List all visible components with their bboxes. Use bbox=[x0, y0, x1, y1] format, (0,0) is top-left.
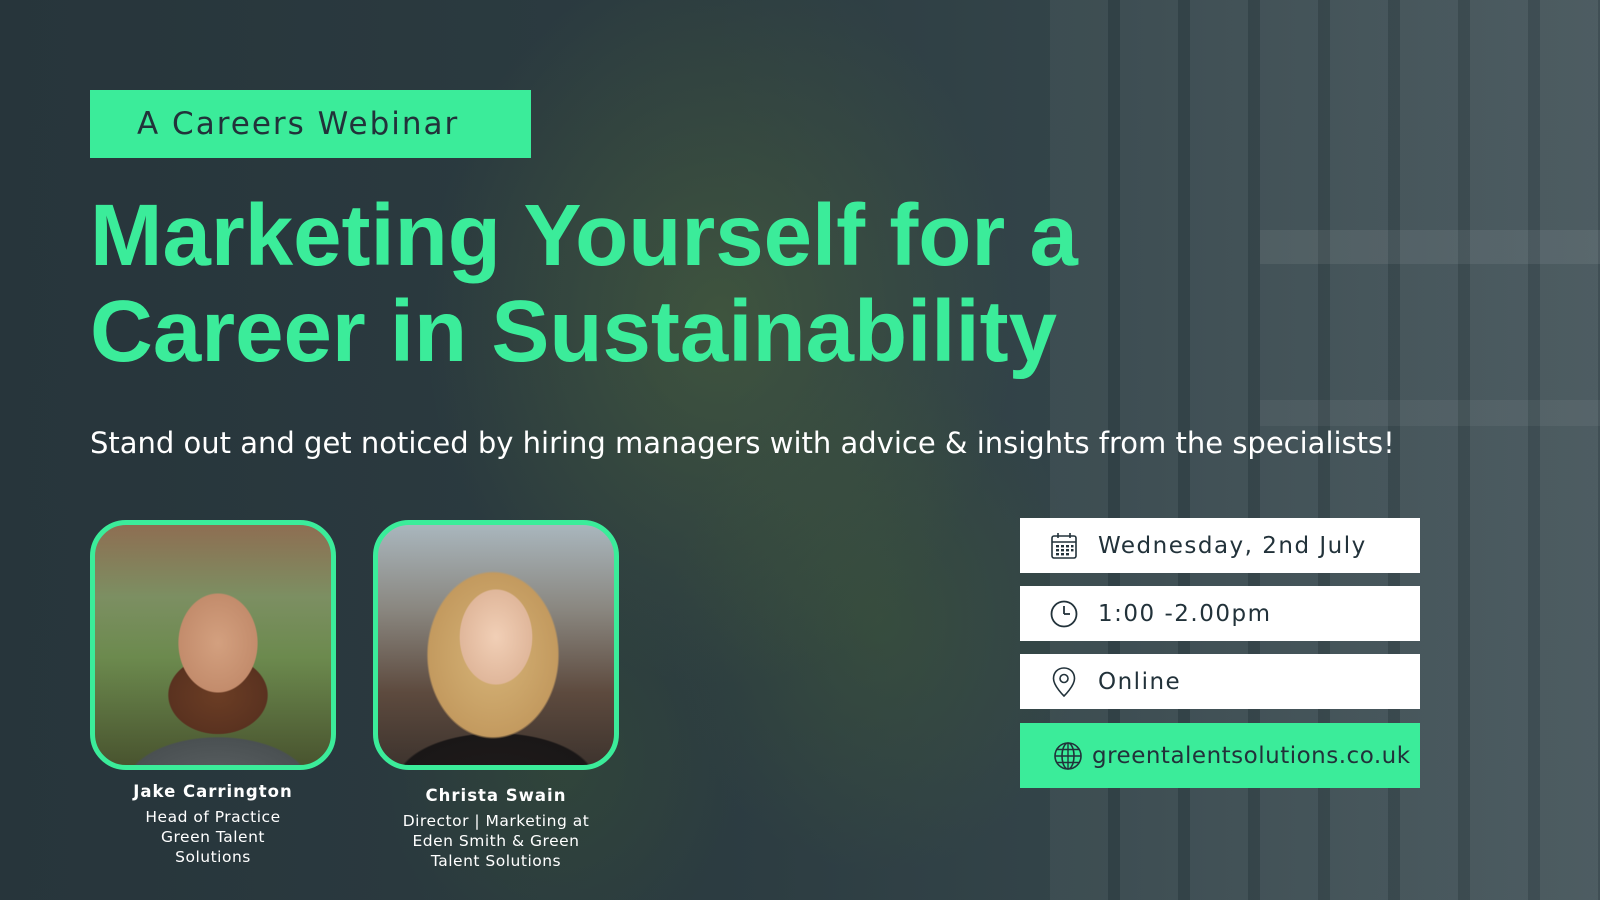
speaker-role-line: Talent Solutions bbox=[430, 852, 562, 870]
page-title: Marketing Yourself for a Career in Susta… bbox=[90, 188, 1390, 380]
title-line-1: Marketing Yourself for a bbox=[90, 187, 1078, 284]
event-location-text: Online bbox=[1098, 668, 1182, 695]
speaker-card-christa-swain: Christa Swain Director | Marketing at Ed… bbox=[366, 786, 626, 871]
speaker-name: Christa Swain bbox=[425, 786, 567, 805]
speaker-role-line: Solutions bbox=[175, 848, 251, 866]
clock-icon bbox=[1048, 598, 1080, 630]
calendar-icon bbox=[1048, 530, 1080, 562]
subtitle: Stand out and get noticed by hiring mana… bbox=[90, 426, 1395, 460]
speaker-role: Head of Practice Green Talent Solutions bbox=[83, 807, 343, 867]
speaker-name: Jake Carrington bbox=[133, 782, 293, 801]
speaker-role-line: Eden Smith & Green bbox=[412, 832, 580, 850]
website-link[interactable]: greentalentsolutions.co.uk bbox=[1020, 723, 1420, 788]
event-date: Wednesday, 2nd July bbox=[1020, 518, 1420, 573]
speaker-card-jake-carrington: Jake Carrington Head of Practice Green T… bbox=[83, 782, 343, 867]
speaker-role-line: Head of Practice bbox=[145, 808, 281, 826]
website-link-text[interactable]: greentalentsolutions.co.uk bbox=[1092, 743, 1411, 769]
location-pin-icon bbox=[1048, 666, 1080, 698]
speaker-photo-christa-swain bbox=[373, 520, 619, 770]
event-location: Online bbox=[1020, 654, 1420, 709]
title-line-2: Career in Sustainability bbox=[90, 283, 1057, 380]
event-time: 1:00 -2.00pm bbox=[1020, 586, 1420, 641]
event-date-text: Wednesday, 2nd July bbox=[1098, 532, 1367, 559]
background-window-frame-lower bbox=[1260, 400, 1600, 426]
speaker-role-line: Director | Marketing at bbox=[402, 812, 590, 830]
speaker-photo-jake-carrington bbox=[90, 520, 336, 770]
webinar-tag: A Careers Webinar bbox=[90, 90, 531, 158]
speaker-role-line: Green Talent bbox=[160, 828, 265, 846]
globe-icon bbox=[1052, 740, 1084, 772]
speaker-role: Director | Marketing at Eden Smith & Gre… bbox=[366, 811, 626, 871]
event-time-text: 1:00 -2.00pm bbox=[1098, 600, 1272, 627]
webinar-tag-label: A Careers Webinar bbox=[137, 106, 460, 142]
